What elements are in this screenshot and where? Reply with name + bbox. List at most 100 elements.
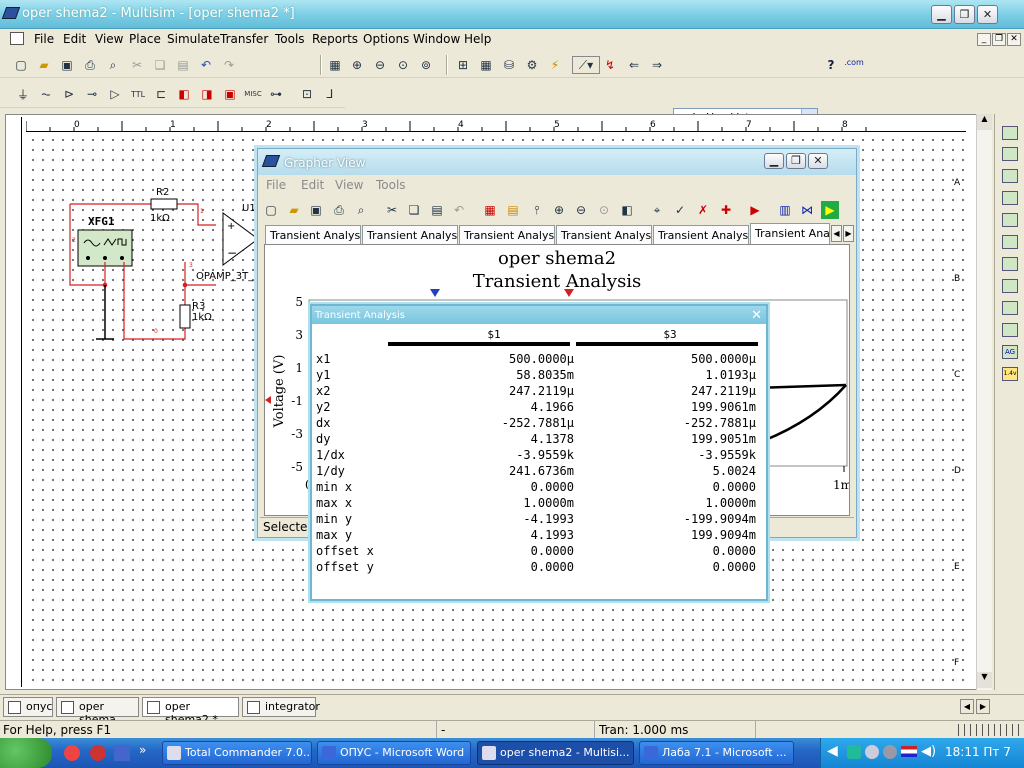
back-annotate-icon[interactable]: ⇐ [625,56,643,74]
grapher-menu-file[interactable]: File [266,178,286,192]
place-ttl-icon[interactable]: TTL [129,85,147,103]
zoom-full-icon[interactable]: ⊙ [595,201,613,219]
full-screen-icon[interactable]: ▦ [326,56,344,74]
grapher-icon[interactable]: ⟋▾ [572,56,600,74]
tabs-scroll-left-icon[interactable]: ◀ [960,699,974,714]
cursors-icon[interactable]: ⫯ [528,201,546,219]
doc-tab-opus[interactable]: опус [3,697,53,717]
overlay-traces-icon[interactable]: ⌖ [648,201,666,219]
cursor-readout-window[interactable]: Transient Analysis ✕ $1 $3 x1 500.0000μ 50… [310,304,768,601]
document-icon[interactable] [10,32,24,45]
quicklaunch-icon[interactable] [90,745,106,761]
place-rf-icon[interactable]: ⊶ [267,85,285,103]
print-icon[interactable]: ⎙ [330,201,348,219]
multisim-app-icon[interactable] [1,7,21,19]
select-marks-icon[interactable]: ✓ [671,201,689,219]
open-icon[interactable]: ▰ [35,56,53,74]
quicklaunch-icon[interactable] [64,745,80,761]
tab-transient-analysis-6[interactable]: Transient Ana [750,223,830,244]
place-indicator-icon[interactable]: ▣ [221,85,239,103]
add-trace-icon[interactable]: ✚ [717,201,735,219]
vertical-scrollbar[interactable]: ▲ ▼ [976,114,992,690]
cursor-2-marker[interactable] [564,289,574,297]
export-labview-icon[interactable]: ▶ [821,201,839,219]
doc-tab-integrator[interactable]: integrator [242,697,320,717]
cut-icon[interactable]: ✂ [128,56,146,74]
close-icon[interactable]: ✕ [751,308,762,323]
forward-annotate-icon[interactable]: ⇒ [648,56,666,74]
menu-transfer[interactable]: Transfer [220,32,268,46]
taskbar-item-multisim[interactable]: oper shema2 - Multisi... [477,741,634,765]
tray-icon[interactable] [847,745,861,759]
cursor-1-marker[interactable] [430,289,440,297]
voltage-probe-icon[interactable]: 1.4v [1002,367,1018,381]
print-icon[interactable]: ⎙ [81,56,99,74]
copy-icon[interactable]: ❏ [405,201,423,219]
menu-file[interactable]: File [34,32,54,46]
mdi-minimize-button[interactable]: _ [977,33,991,46]
print-preview-icon[interactable]: ⌕ [104,56,122,74]
new-icon[interactable]: ▢ [12,56,30,74]
open-icon[interactable]: ▰ [285,201,303,219]
grapher-restore-button[interactable]: ❐ [786,153,806,169]
place-diode-icon[interactable]: ⊳ [60,85,78,103]
new-icon[interactable]: ▢ [262,201,280,219]
paste-icon[interactable]: ▤ [174,56,192,74]
export-icon[interactable]: ▶ [746,201,764,219]
zoom-in-icon[interactable]: ⊕ [550,201,568,219]
grapher-close-button[interactable]: ✕ [808,153,828,169]
design-toolbox-icon[interactable]: ⊞ [454,56,472,74]
undo-icon[interactable]: ↶ [197,56,215,74]
save-icon[interactable]: ▣ [58,56,76,74]
help-icon[interactable]: ? [822,56,840,74]
reverse-colors-icon[interactable]: ◧ [618,201,636,219]
component-wizard-icon[interactable]: ⚙ [523,56,541,74]
logic-analyzer-icon[interactable] [1002,301,1018,315]
paste-icon[interactable]: ▤ [428,201,446,219]
tabs-scroll-right-icon[interactable]: ▶ [976,699,990,714]
tab-scroll-left-icon[interactable]: ◀ [831,225,842,242]
menu-help[interactable]: Help [464,32,491,46]
chevron-left-icon[interactable]: ◀ [827,743,838,759]
menu-options[interactable]: Options [363,32,409,46]
grid-icon[interactable]: ▦ [481,201,499,219]
place-bus-icon[interactable]: ⅃ [321,85,339,103]
menu-edit[interactable]: Edit [63,32,86,46]
zoom-fit-icon[interactable]: ⊚ [417,56,435,74]
function-generator-icon[interactable] [1002,147,1018,161]
grapher-minimize-button[interactable]: ▁ [764,153,784,169]
tray-icon[interactable] [865,745,879,759]
language-flag-icon[interactable] [901,746,917,757]
function-generator-xfg1[interactable] [77,229,133,267]
menu-place[interactable]: Place [129,32,161,46]
database-icon[interactable]: ⛁ [500,56,518,74]
scroll-down-icon[interactable]: ▼ [977,672,992,688]
oscilloscope-icon[interactable] [1002,191,1018,205]
copy-icon[interactable]: ❏ [151,56,169,74]
place-transistor-icon[interactable]: ⊸ [83,85,101,103]
minimize-button[interactable]: ▁ [931,5,952,24]
undo-icon[interactable]: ↶ [450,201,468,219]
taskbar-item-total-commander[interactable]: Total Commander 7.0... [162,741,312,765]
frequency-counter-icon[interactable] [1002,257,1018,271]
resize-grip[interactable] [958,724,1020,736]
zoom-area-icon[interactable]: ⊙ [394,56,412,74]
legend-icon[interactable]: ▤ [504,201,522,219]
export-mathcad-icon[interactable]: ⋈ [798,201,816,219]
zoom-out-icon[interactable]: ⊖ [572,201,590,219]
place-misc-digital-icon[interactable]: ◧ [175,85,193,103]
tab-transient-analysis-2[interactable]: Transient Analysis [362,225,458,244]
taskbar-item-word-laba[interactable]: Лаба 7.1 - Microsoft ... [639,741,794,765]
web-link-icon[interactable]: .com [844,53,864,71]
bode-plotter-icon[interactable] [1002,235,1018,249]
chevron-right-icon[interactable]: » [139,743,146,757]
menu-reports[interactable]: Reports [312,32,358,46]
place-analog-icon[interactable]: ▷ [106,85,124,103]
zoom-in-icon[interactable]: ⊕ [348,56,366,74]
place-basic-icon[interactable]: ⏦ [37,85,55,103]
grapher-menu-tools[interactable]: Tools [376,178,406,192]
redo-icon[interactable]: ↷ [220,56,238,74]
tab-transient-analysis-3[interactable]: Transient Analysis [459,225,555,244]
remove-marks-icon[interactable]: ✗ [694,201,712,219]
place-mixed-icon[interactable]: ◨ [198,85,216,103]
